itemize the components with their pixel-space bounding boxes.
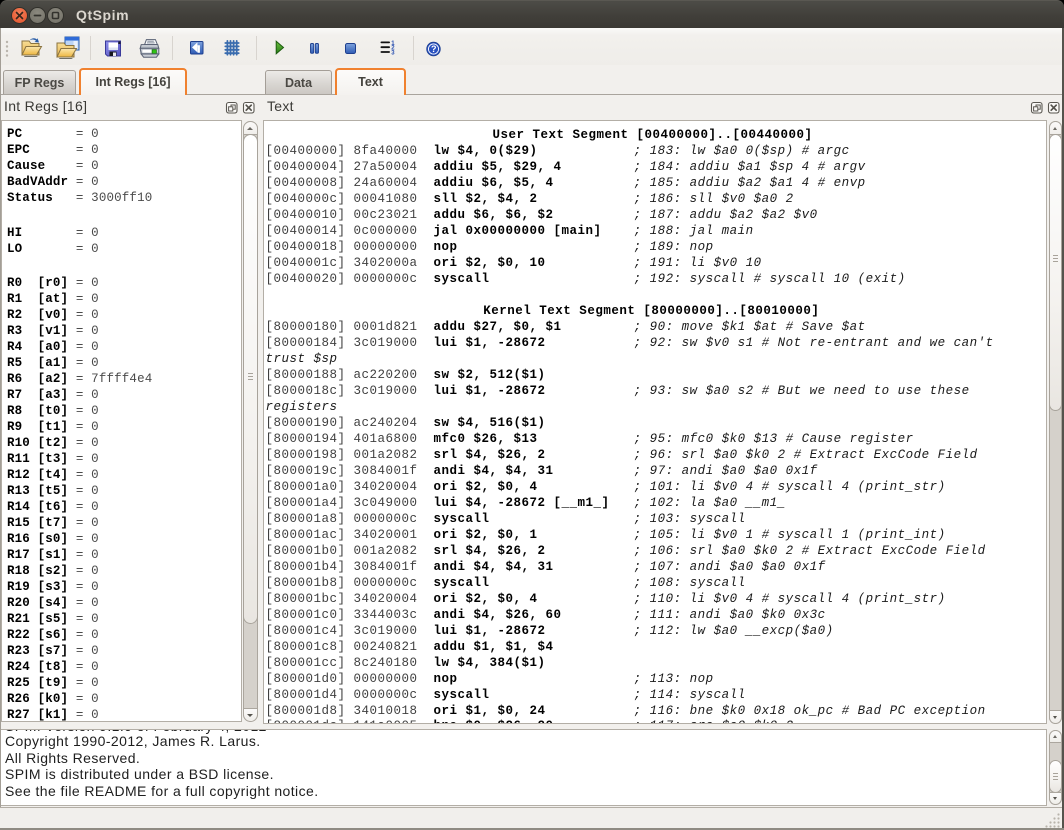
svg-text:3: 3 bbox=[391, 50, 395, 56]
svg-text:?: ? bbox=[431, 44, 437, 54]
